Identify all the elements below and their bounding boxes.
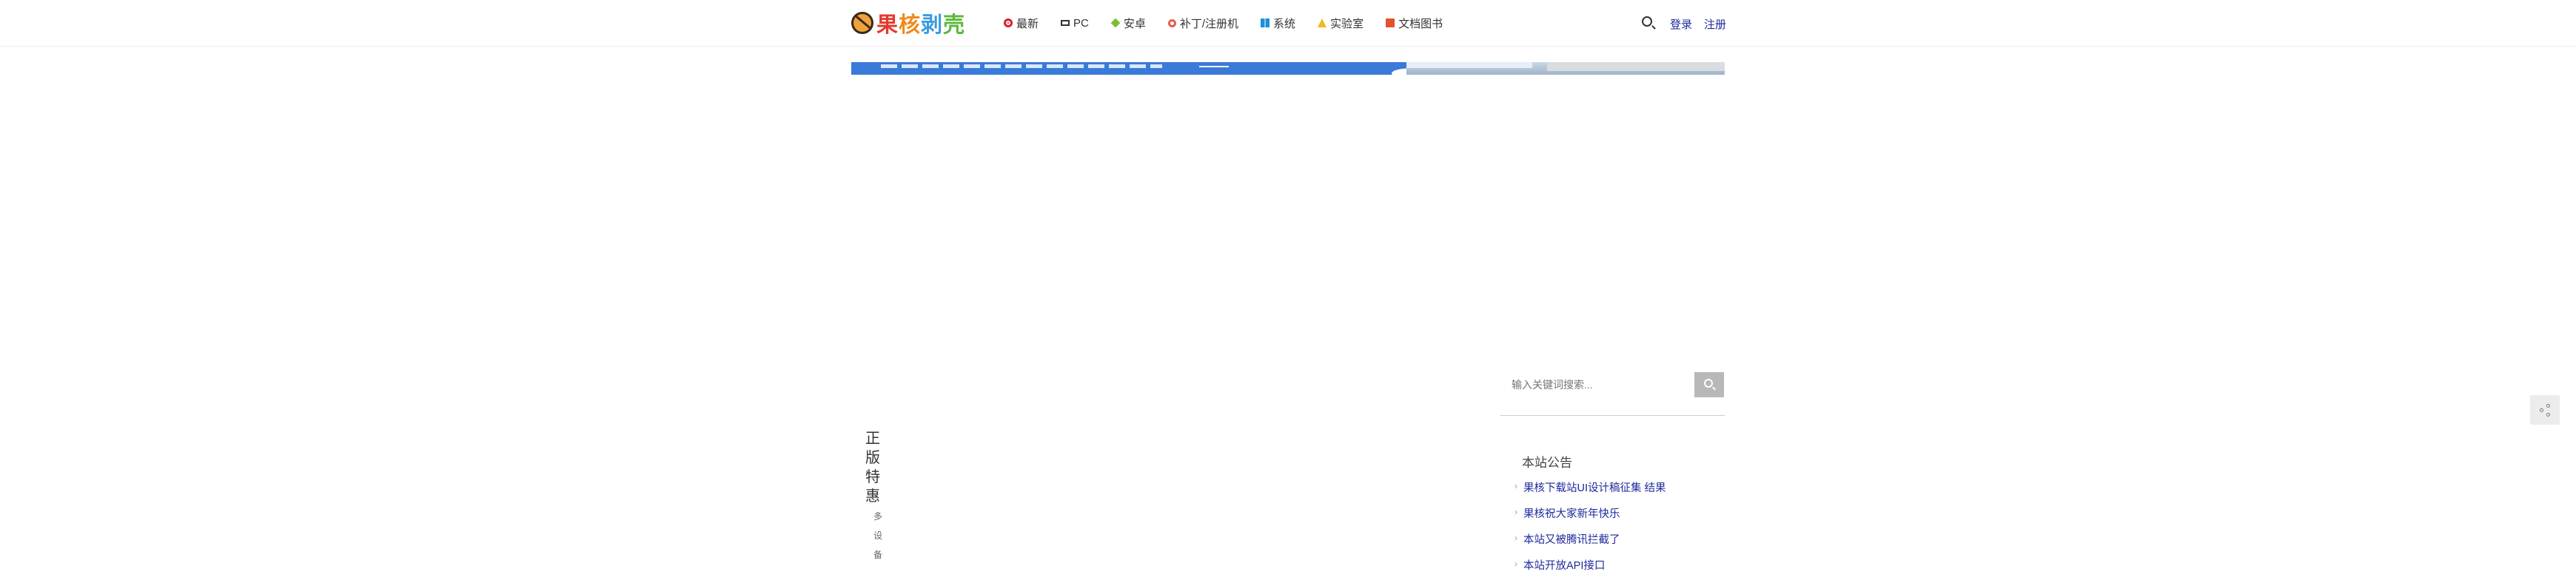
nav-item-label: 系统	[1273, 17, 1296, 30]
notice-link[interactable]: 本站开放API接口	[1523, 557, 1605, 573]
list-item[interactable]: › 果核下载站UI设计稿征集 结果	[1515, 479, 1666, 505]
nav-item-android[interactable]: 安卓	[1110, 16, 1146, 31]
login-link[interactable]: 登录	[1670, 16, 1692, 32]
list-item[interactable]: › 本站又被腾讯拦截了	[1515, 531, 1666, 557]
nav-item-patch[interactable]: 补丁/注册机	[1167, 16, 1239, 31]
gear-icon	[1167, 18, 1176, 27]
site-logo[interactable]: 果核剥壳	[851, 7, 965, 38]
nav-item-label: 实验室	[1330, 17, 1364, 30]
record-icon	[1004, 18, 1013, 27]
promo-vertical-sub: 多设备	[873, 511, 882, 560]
chevron-right-icon: ›	[1515, 507, 1517, 517]
notice-link[interactable]: 果核祝大家新年快乐	[1523, 505, 1620, 521]
logo-ball-icon	[851, 12, 873, 34]
chevron-right-icon: ›	[1515, 533, 1517, 543]
nav-item-label: 补丁/注册机	[1179, 17, 1239, 30]
flask-icon	[1318, 18, 1327, 27]
nav-item-label: 文档图书	[1398, 17, 1443, 30]
logo-text: 果核剥壳	[876, 7, 965, 38]
share-button[interactable]	[2530, 395, 2560, 425]
monitor-icon	[1061, 20, 1070, 26]
banner-text-strip	[881, 64, 1162, 68]
sidebar-search-button[interactable]	[1694, 372, 1724, 397]
chevron-right-icon: ›	[1515, 481, 1517, 491]
windows-icon	[1261, 18, 1270, 27]
nav-item-lab[interactable]: 实验室	[1318, 16, 1364, 31]
site-header: 果核剥壳 最新 PC 安卓 补丁/注册机 系统 实验室 文档图书 登录 注册	[0, 0, 2576, 47]
sidebar-search-input[interactable]	[1510, 372, 1685, 397]
sidebar-search	[1500, 372, 1725, 416]
banner-screenshot	[1406, 62, 1725, 75]
diamond-icon	[1110, 18, 1121, 28]
main-nav: 最新 PC 安卓 补丁/注册机 系统 实验室 文档图书	[1004, 13, 1465, 33]
search-icon	[1704, 379, 1713, 388]
top-banner[interactable]	[851, 62, 1725, 75]
nav-item-label: PC	[1073, 16, 1089, 30]
nav-item-docs[interactable]: 文档图书	[1386, 16, 1443, 31]
list-item[interactable]: › 本站开放API接口	[1515, 557, 1666, 583]
notice-list: › 果核下载站UI设计稿征集 结果 › 果核祝大家新年快乐 › 本站又被腾讯拦截了 ›…	[1515, 479, 1666, 583]
nav-item-label: 最新	[1016, 17, 1039, 30]
nav-item-system[interactable]: 系统	[1261, 16, 1295, 31]
notice-title: 本站公告	[1522, 456, 1572, 470]
chevron-right-icon: ›	[1515, 559, 1517, 569]
search-icon[interactable]	[1642, 16, 1652, 27]
promo-vertical-title: 正版特惠	[865, 431, 880, 505]
notice-link[interactable]: 本站又被腾讯拦截了	[1523, 531, 1620, 547]
nav-item-pc[interactable]: PC	[1061, 17, 1089, 30]
nav-item-latest[interactable]: 最新	[1004, 16, 1039, 31]
notice-link[interactable]: 果核下载站UI设计稿征集 结果	[1523, 479, 1666, 495]
book-icon	[1386, 18, 1395, 27]
list-item[interactable]: › 果核祝大家新年快乐	[1515, 505, 1666, 531]
register-link[interactable]: 注册	[1704, 16, 1726, 32]
nav-item-label: 安卓	[1123, 17, 1146, 30]
banner-dash	[1199, 66, 1229, 67]
